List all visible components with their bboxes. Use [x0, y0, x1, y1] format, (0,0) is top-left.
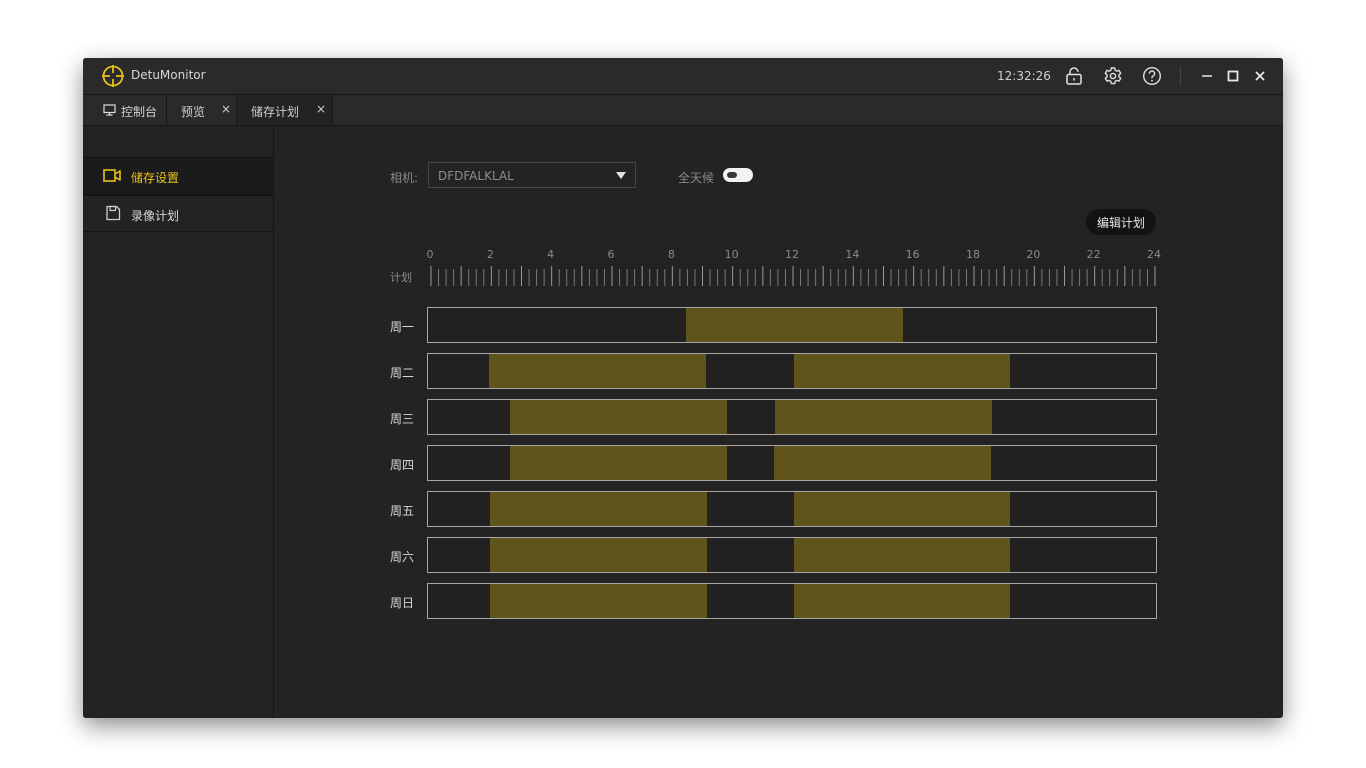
day-schedule-bar[interactable]: [427, 445, 1157, 481]
schedule-segment[interactable]: [793, 584, 1011, 618]
hour-label: 16: [905, 248, 920, 261]
edit-plan-button[interactable]: 编辑计划: [1086, 209, 1156, 235]
day-label: 周日: [390, 596, 415, 610]
camera-select[interactable]: DFDFALKLAL: [428, 162, 636, 188]
help-icon[interactable]: [1142, 66, 1162, 86]
close-icon[interactable]: [1251, 67, 1269, 85]
day-label: 周五: [390, 504, 415, 518]
app-title: DetuMonitor: [131, 68, 206, 82]
hour-label: 4: [547, 248, 555, 261]
tab-console[interactable]: 控制台: [83, 95, 167, 125]
day-schedule-bar[interactable]: [427, 307, 1157, 343]
day-schedule-bar[interactable]: [427, 537, 1157, 573]
schedule-segment[interactable]: [793, 538, 1011, 572]
maximize-icon[interactable]: [1224, 67, 1242, 85]
title-separator: [1180, 67, 1181, 85]
tab-bar: 控制台 预览 × 储存计划 ×: [83, 95, 1283, 126]
hour-label: 12: [785, 248, 799, 261]
sidebar-item-storage-settings[interactable]: 储存设置: [83, 157, 273, 195]
day-schedule-bar[interactable]: [427, 353, 1157, 389]
tab-close-icon[interactable]: ×: [316, 102, 326, 116]
schedule-segment[interactable]: [685, 308, 903, 342]
sidebar-item-label: 录像计划: [131, 209, 180, 223]
day-label: 周二: [390, 366, 415, 380]
camera-select-value: DFDFALKLAL: [438, 169, 514, 183]
minimize-icon[interactable]: [1198, 67, 1216, 85]
gear-icon[interactable]: [1103, 66, 1123, 86]
tab-preview[interactable]: 预览 ×: [167, 95, 237, 125]
day-label: 周六: [390, 550, 415, 564]
tab-label: 控制台: [121, 105, 158, 119]
camera-icon: [103, 169, 121, 182]
allday-label: 全天候: [678, 171, 715, 185]
tab-storage-plan[interactable]: 储存计划 ×: [237, 95, 333, 125]
schedule-segment[interactable]: [509, 446, 727, 480]
sidebar: 储存设置 录像计划: [83, 126, 274, 718]
day-schedule-bar[interactable]: [427, 491, 1157, 527]
hour-label: 22: [1086, 248, 1101, 261]
title-bar: DetuMonitor 12:32:26: [83, 58, 1283, 95]
camera-label: 相机:: [390, 171, 419, 185]
hour-label: 24: [1147, 248, 1161, 261]
clock-display: 12:32:26: [997, 69, 1051, 83]
day-label: 周一: [390, 320, 415, 334]
detu-logo-icon: [102, 65, 124, 87]
timeline-ticks: [430, 266, 1156, 286]
schedule-segment[interactable]: [490, 492, 708, 526]
schedule-segment[interactable]: [490, 538, 708, 572]
tab-label: 储存计划: [251, 105, 300, 119]
hour-label: 10: [724, 248, 739, 261]
schedule-segment[interactable]: [490, 584, 708, 618]
sidebar-item-record-plan[interactable]: 录像计划: [83, 195, 273, 232]
tab-label: 预览: [181, 105, 206, 119]
day-schedule-bar[interactable]: [427, 583, 1157, 619]
hour-label: 20: [1026, 248, 1041, 261]
toggle-knob: [727, 172, 737, 178]
lock-icon[interactable]: [1064, 66, 1084, 86]
hour-label: 6: [607, 248, 615, 261]
schedule-segment[interactable]: [509, 400, 727, 434]
day-label: 周三: [390, 412, 415, 426]
sidebar-item-label: 储存设置: [131, 171, 180, 185]
schedule-segment[interactable]: [775, 400, 993, 434]
schedule-segment[interactable]: [793, 354, 1011, 388]
chevron-down-icon: [616, 172, 626, 179]
schedule-segment[interactable]: [773, 446, 991, 480]
schedule-segment[interactable]: [488, 354, 706, 388]
tab-close-icon[interactable]: ×: [221, 102, 231, 116]
day-label: 周四: [390, 458, 415, 472]
hour-label: 8: [667, 248, 675, 261]
schedule-segment[interactable]: [793, 492, 1011, 526]
allday-toggle[interactable]: [723, 168, 753, 182]
hour-label: 14: [845, 248, 860, 261]
app-window: DetuMonitor 12:32:26 控制台 预览 × 储存计划 × 储存设…: [83, 58, 1283, 718]
hour-label: 2: [486, 248, 494, 261]
day-schedule-bar[interactable]: [427, 399, 1157, 435]
monitor-icon: [103, 104, 116, 116]
save-icon: [106, 205, 121, 221]
plan-label: 计划: [390, 271, 412, 284]
hour-label: 0: [426, 248, 434, 261]
hour-label: 18: [966, 248, 980, 261]
